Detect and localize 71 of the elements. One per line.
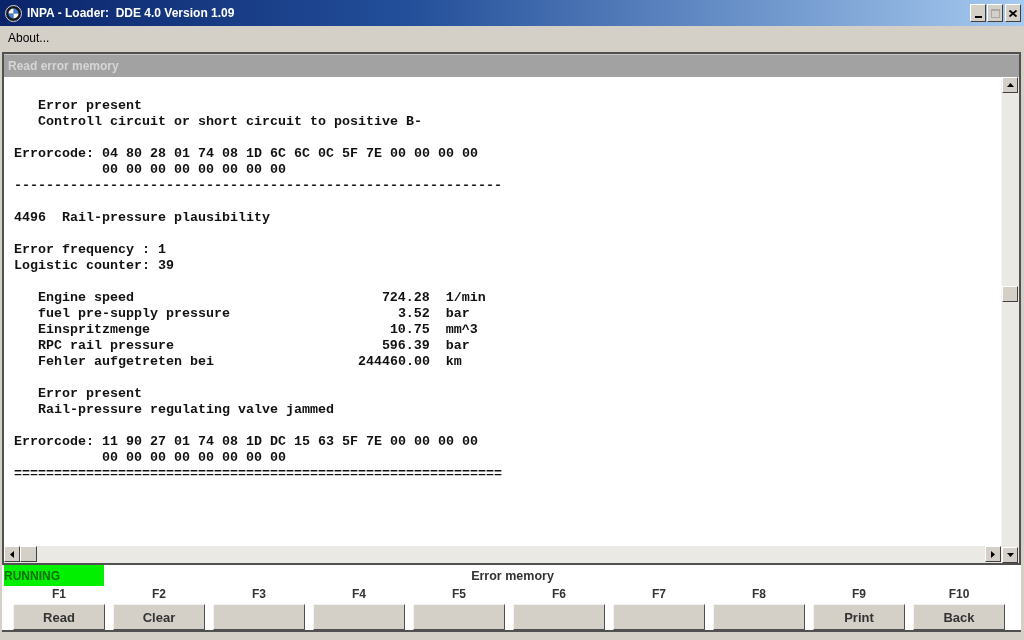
function-key-button[interactable] bbox=[413, 604, 505, 630]
errorcode-label: Errorcode: bbox=[14, 146, 94, 162]
function-key-label: F8 bbox=[752, 586, 766, 603]
parameter-unit: bar bbox=[445, 338, 470, 354]
parameter-unit: mm^3 bbox=[445, 322, 478, 338]
caret-up-icon bbox=[1006, 83, 1014, 87]
errorcode-label: Errorcode: bbox=[14, 434, 94, 450]
errorcode-bytes: 04 80 28 01 74 08 1D 6C 6C 0C 5F 7E 00 00 00 00 bbox=[101, 146, 478, 162]
parameter-value: 596.39 bbox=[381, 338, 430, 354]
function-key-label: F1 bbox=[52, 586, 66, 603]
menu-item[interactable]: About... bbox=[8, 31, 50, 45]
function-key-label: F7 bbox=[652, 586, 666, 603]
function-key-label: F3 bbox=[252, 586, 266, 603]
errorcode-bytes: 00 00 00 00 00 00 00 00 bbox=[101, 162, 286, 178]
parameter-name: RPC rail pressure bbox=[38, 338, 174, 354]
status-title: Error memory bbox=[471, 568, 554, 583]
function-key-label: F2 bbox=[152, 586, 166, 603]
separator-line: ------------------------------------------------------------- bbox=[14, 178, 502, 194]
vertical-scrollbar[interactable] bbox=[1001, 77, 1019, 563]
function-key-button[interactable] bbox=[513, 604, 605, 630]
parameter-unit: bar bbox=[445, 306, 470, 322]
parameter-unit: 1/min bbox=[445, 290, 486, 306]
close-button[interactable] bbox=[1005, 4, 1021, 22]
parameter-value: 724.28 bbox=[381, 290, 430, 306]
log-text: Error present bbox=[38, 386, 142, 402]
log-text: 4496 Rail-pressure plausibility bbox=[14, 210, 270, 226]
parameter-value: 3.52 bbox=[397, 306, 430, 322]
scroll-right-button[interactable] bbox=[985, 546, 1001, 562]
function-key-button[interactable]: Print bbox=[813, 604, 905, 630]
log-text: Error frequency : 1 bbox=[14, 242, 166, 258]
function-key-button[interactable] bbox=[213, 604, 305, 630]
caret-down-icon bbox=[1006, 553, 1014, 557]
parameter-unit: km bbox=[445, 354, 462, 370]
minimize-icon bbox=[974, 16, 982, 18]
separator-line: ============================================================= bbox=[14, 466, 502, 482]
status-indicator: RUNNING bbox=[4, 565, 104, 586]
close-icon bbox=[1009, 9, 1017, 17]
function-key-label: F10 bbox=[948, 586, 970, 603]
quartered-circle-icon bbox=[5, 4, 22, 22]
window-title: INPA - Loader: DDE 4.0 Version 1.09 bbox=[27, 6, 235, 20]
scroll-down-button[interactable] bbox=[1002, 547, 1018, 563]
minimize-button[interactable] bbox=[970, 4, 986, 22]
scroll-thumb[interactable] bbox=[1002, 286, 1018, 302]
log-text: Controll circuit or short circuit to positive B- bbox=[38, 114, 422, 130]
function-key-label: F9 bbox=[852, 586, 866, 603]
function-key-label: F4 bbox=[352, 586, 366, 603]
parameter-name: fuel pre-supply pressure bbox=[38, 306, 230, 322]
scroll-thumb[interactable] bbox=[20, 546, 37, 562]
parameter-name: Fehler aufgetreten bei bbox=[38, 354, 214, 370]
function-key-button[interactable]: Read bbox=[13, 604, 105, 630]
parameter-value: 244460.00 bbox=[357, 354, 430, 370]
log-text: Logistic counter: 39 bbox=[14, 258, 174, 274]
errorcode-bytes: 11 90 27 01 74 08 1D DC 15 63 5F 7E 00 00 00 00 bbox=[101, 434, 478, 450]
function-key-button[interactable] bbox=[713, 604, 805, 630]
function-key-button[interactable]: Back bbox=[913, 604, 1005, 630]
parameter-name: Einspritzmenge bbox=[38, 322, 150, 338]
scroll-up-button[interactable] bbox=[1002, 77, 1018, 93]
function-key-label: F6 bbox=[552, 586, 566, 603]
parameter-value: 10.75 bbox=[389, 322, 430, 338]
function-key-label: F5 bbox=[452, 586, 466, 603]
caret-right-icon bbox=[991, 550, 995, 558]
caret-left-icon bbox=[10, 550, 14, 558]
parameter-name: Engine speed bbox=[38, 290, 134, 306]
log-text: Error present bbox=[38, 98, 142, 114]
function-key-button[interactable]: Clear bbox=[113, 604, 205, 630]
function-key-button[interactable] bbox=[313, 604, 405, 630]
log-text: Rail-pressure regulating valve jammed bbox=[38, 402, 334, 418]
function-key-button[interactable] bbox=[613, 604, 705, 630]
errorcode-bytes: 00 00 00 00 00 00 00 00 bbox=[101, 450, 286, 466]
horizontal-scrollbar[interactable] bbox=[4, 546, 1001, 563]
scroll-left-button[interactable] bbox=[4, 546, 20, 562]
